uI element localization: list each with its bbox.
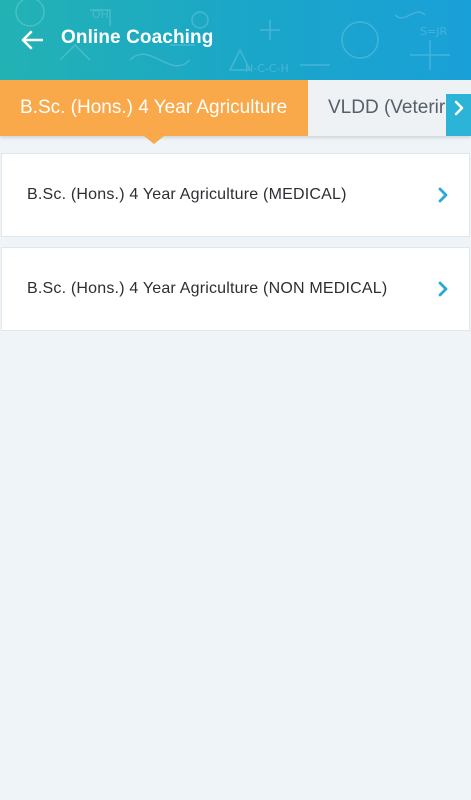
course-label: B.Sc. (Hons.) 4 Year Agriculture (NON ME… — [27, 280, 388, 297]
list-item[interactable]: B.Sc. (Hons.) 4 Year Agriculture (NON ME… — [1, 247, 470, 331]
app-header: OH H-C-C-H S=JR Online Coaching — [0, 0, 471, 80]
page-title: Online Coaching — [61, 27, 214, 48]
active-tab-indicator — [144, 136, 164, 144]
tabs-scroll-right-button[interactable] — [446, 94, 471, 136]
tab-label: VLDD (Veterir — [328, 97, 446, 118]
tab-label: B.Sc. (Hons.) 4 Year Agriculture — [20, 97, 288, 118]
list-item[interactable]: B.Sc. (Hons.) 4 Year Agriculture (MEDICA… — [1, 153, 470, 237]
back-arrow-icon — [21, 30, 43, 50]
app-screen: OH H-C-C-H S=JR Online Coaching B.Sc. (H… — [0, 0, 471, 800]
svg-text:OH: OH — [92, 8, 109, 21]
course-label: B.Sc. (Hons.) 4 Year Agriculture (MEDICA… — [27, 186, 347, 203]
chevron-right-icon — [438, 281, 448, 297]
back-button[interactable] — [14, 24, 50, 56]
course-category-tabs: B.Sc. (Hons.) 4 Year Agriculture VLDD (V… — [0, 80, 471, 136]
course-list: B.Sc. (Hons.) 4 Year Agriculture (MEDICA… — [0, 153, 471, 341]
svg-text:H-C-C-H: H-C-C-H — [245, 62, 289, 75]
chevron-right-icon — [438, 187, 448, 203]
svg-text:S=JR: S=JR — [420, 25, 447, 38]
tab-bsc-agriculture[interactable]: B.Sc. (Hons.) 4 Year Agriculture — [0, 80, 308, 136]
chevron-right-icon — [454, 100, 463, 116]
